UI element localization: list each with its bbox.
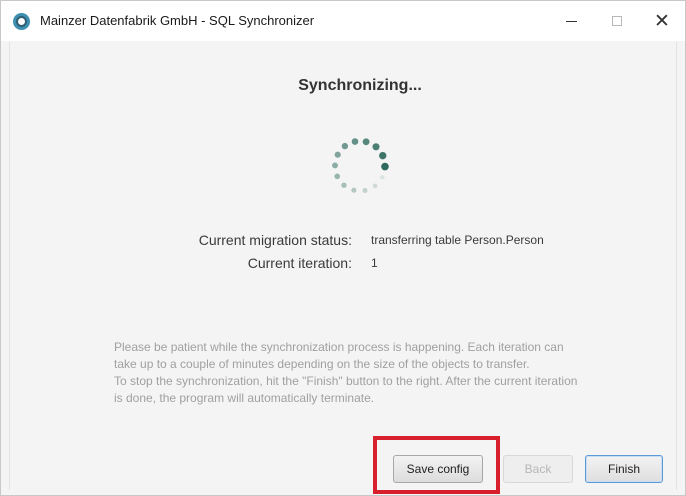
spinner-dot	[332, 162, 338, 169]
back-button[interactable]: Back	[503, 455, 573, 483]
spinner-dot	[362, 188, 368, 193]
spinner-dot	[372, 143, 380, 151]
spinner-dot	[351, 187, 357, 193]
spinner-dot	[334, 151, 341, 158]
spinner-dot	[334, 173, 341, 180]
window-title: Mainzer Datenfabrik GmbH - SQL Synchroni…	[40, 13, 315, 28]
close-icon: ✕	[654, 9, 670, 32]
title-bar[interactable]: Mainzer Datenfabrik GmbH - SQL Synchroni…	[1, 1, 685, 41]
loading-spinner-icon	[332, 138, 389, 193]
iteration-value: 1	[371, 256, 378, 270]
spinner-dot	[341, 142, 349, 150]
spinner-dot	[362, 138, 370, 146]
info-line: Please be patient while the synchronizat…	[114, 340, 564, 354]
migration-status-label: Current migration status:	[198, 232, 352, 248]
app-window: Mainzer Datenfabrik GmbH - SQL Synchroni…	[0, 0, 686, 496]
info-line: take up to a couple of minutes depending…	[114, 357, 530, 371]
page-title: Synchronizing...	[1, 77, 686, 95]
highlight-box	[373, 436, 500, 494]
heading-text: Synchronizing...	[298, 77, 422, 94]
close-button[interactable]: ✕	[639, 1, 685, 41]
spinner-dot	[379, 151, 387, 160]
maximize-icon	[612, 16, 622, 26]
minimize-button[interactable]	[548, 1, 594, 41]
spinner-dot	[372, 183, 378, 189]
spinner-dot	[341, 182, 347, 188]
app-logo-icon	[13, 13, 30, 30]
finish-button[interactable]: Finish	[585, 455, 663, 483]
iteration-label: Current iteration:	[247, 255, 352, 271]
maximize-button[interactable]	[594, 1, 640, 41]
info-text: Please be patient while the synchronizat…	[114, 339, 659, 407]
spinner-dot	[380, 175, 385, 180]
migration-status-value: transferring table Person.Person	[371, 233, 544, 247]
spinner-dot	[381, 162, 389, 171]
info-line: To stop the synchronization, hit the "Fi…	[114, 374, 578, 388]
spinner-dot	[351, 138, 359, 145]
minimize-icon	[565, 20, 577, 22]
info-line: is done, the program will automatically …	[114, 391, 375, 405]
